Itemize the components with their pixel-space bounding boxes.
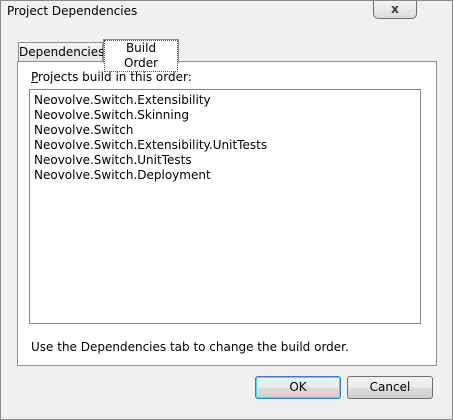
hint-text: Use the Dependencies tab to change the b…: [31, 340, 349, 354]
build-order-list-label: Projects build in this order:: [31, 70, 192, 84]
list-item[interactable]: Neovolve.Switch.Deployment: [34, 168, 211, 183]
tab-build-order-label: Build Order: [104, 40, 178, 72]
list-item[interactable]: Neovolve.Switch: [34, 123, 133, 138]
list-item[interactable]: Neovolve.Switch.UnitTests: [34, 153, 192, 168]
tab-dependencies[interactable]: Dependencies: [18, 42, 105, 61]
label-text: rojects build in this order:: [38, 70, 192, 84]
list-item[interactable]: Neovolve.Switch.Extensibility.UnitTests: [34, 138, 267, 153]
close-icon: x: [391, 2, 399, 16]
list-item[interactable]: Neovolve.Switch.Extensibility: [34, 93, 211, 108]
list-item[interactable]: Neovolve.Switch.Skinning: [34, 108, 189, 123]
title-bar: Project Dependencies x: [1, 1, 452, 31]
ok-button[interactable]: OK: [255, 376, 341, 399]
tab-build-order[interactable]: Build Order: [103, 39, 179, 72]
close-button[interactable]: x: [373, 1, 417, 19]
cancel-button[interactable]: Cancel: [347, 376, 433, 399]
build-order-listbox[interactable]: Neovolve.Switch.Extensibility Neovolve.S…: [29, 89, 421, 324]
build-order-panel: Projects build in this order: Neovolve.S…: [17, 61, 437, 366]
window-title: Project Dependencies: [7, 4, 138, 18]
tab-dependencies-label: Dependencies: [19, 45, 105, 59]
label-accelerator: P: [31, 70, 39, 84]
project-dependencies-dialog: Project Dependencies x Dependencies Buil…: [0, 0, 453, 420]
